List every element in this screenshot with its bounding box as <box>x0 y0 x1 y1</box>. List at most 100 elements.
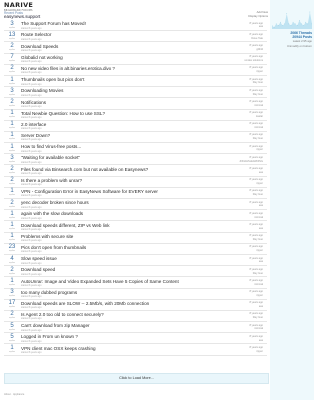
topic-row[interactable]: 3 replies The Support Forum has Moved! star… <box>4 20 267 32</box>
last-post-author[interactable]: eas <box>259 25 263 28</box>
topic-title-link[interactable]: Route Selector <box>21 32 51 37</box>
topic-row[interactable]: 1 replies How to find Virus-free posts... s… <box>4 143 267 155</box>
last-post-author[interactable]: kaslar <box>256 115 263 118</box>
last-post-author[interactable]: eas <box>259 260 263 263</box>
last-post-author[interactable]: Ray Guo <box>253 193 263 196</box>
topic-row[interactable]: 1 replies 2.0 interface started 8 years ago… <box>4 121 267 132</box>
topic-title-link[interactable]: Logged in From un known ? <box>21 334 78 339</box>
topic-meta: started 8 years ago <box>21 149 42 153</box>
last-post-author[interactable]: smoke solutions <box>244 59 263 62</box>
topic-row[interactable]: 1 replies Download speeds different, ZIP v… <box>4 221 267 233</box>
topic-row[interactable]: 1 replies Problems with secure site started… <box>4 233 267 244</box>
last-post-author[interactable]: Ray Guo <box>253 238 263 241</box>
topic-row[interactable]: 3 replies Downloading Movies started 8 year… <box>4 87 267 99</box>
reply-count-label: replies <box>8 93 16 96</box>
last-post-author[interactable]: eas <box>259 204 263 207</box>
topic-title-link[interactable]: Is there a problem with unrar? <box>21 178 82 183</box>
last-post-author[interactable]: ripper <box>256 70 263 73</box>
topic-title-link[interactable]: yenc decoder broken since hours <box>21 200 89 205</box>
topic-row[interactable]: 1 replies Total Newbie Question: How to us… <box>4 110 267 121</box>
topic-row[interactable]: 7 replies Globalid not working started 8 ye… <box>4 54 267 65</box>
last-post-author[interactable]: Ray Guo <box>253 316 263 319</box>
topic-row[interactable]: 3 replies too many dubbed programs started … <box>4 289 267 300</box>
topic-title-link[interactable]: 2.0 interface <box>21 122 46 127</box>
last-post-time: 8 years ago <box>249 256 263 260</box>
last-post-author[interactable]: eas <box>259 305 263 308</box>
latest-by[interactable]: Unmodify on bottom <box>272 44 312 48</box>
topic-title-link[interactable]: again with the slow downloads <box>21 211 83 216</box>
topic-row[interactable]: 3 replies "Waiting for available socket" st… <box>4 154 267 166</box>
topic-row[interactable]: 2 replies No new video files in alt.binari… <box>4 65 267 76</box>
topic-row[interactable]: 5 replies Can't download from zip Manager s… <box>4 322 267 334</box>
last-post-author[interactable]: minimal <box>254 104 263 107</box>
topic-row[interactable]: 4 replies Slow speed issue started 8 years … <box>4 255 267 267</box>
last-post-time: 8 years ago <box>249 200 263 204</box>
topic-row[interactable]: 17 replies Download speeds are SLOW -- 2.5… <box>4 300 267 311</box>
topic-title-link[interactable]: Files found via Binsearch.com but not av… <box>21 167 148 172</box>
topic-row[interactable]: 13 replies Route Selector started 8 years a… <box>4 31 267 43</box>
topic-title-link[interactable]: Total Newbie Question: How to use SSL? <box>21 111 105 116</box>
last-post-author[interactable]: eas <box>259 339 263 342</box>
topic-title-link[interactable]: Download Speeds <box>21 44 58 49</box>
topic-meta: started 8 years ago <box>21 60 42 64</box>
topic-row[interactable]: 2 replies Download Speeds started 8 years a… <box>4 42 267 54</box>
last-post-author[interactable]: Ray Guo <box>253 81 263 84</box>
last-post-author[interactable]: ripper <box>256 294 263 297</box>
topic-title-link[interactable]: Pics don't open from thumbnails <box>21 245 86 250</box>
topic-title-link[interactable]: VPN - Configuration Error in EasyNews So… <box>21 189 158 194</box>
topic-row[interactable]: 1 replies VPN client mac OSX keeps crashin… <box>4 344 267 356</box>
display-options-link[interactable]: Display Options <box>232 14 268 19</box>
last-post-author[interactable]: Dave Tate <box>251 37 263 40</box>
last-post-author[interactable]: ripper <box>256 148 263 151</box>
topic-row[interactable]: 1 replies again with the slow downloads sta… <box>4 210 267 222</box>
topic-title-link[interactable]: Download speeds are SLOW -- 2.5Mb/s, wit… <box>21 301 149 306</box>
topic-row[interactable]: 1 replies VPN - Configuration Error in Eas… <box>4 188 267 199</box>
topic-row[interactable]: 1 replies Thumbnails open but pics don't st… <box>4 76 267 88</box>
load-more-button[interactable]: Click to Load More... <box>4 373 269 384</box>
last-post-author[interactable]: ripper <box>256 182 263 185</box>
topic-title-link[interactable]: No new video files in alt.binaries.eroti… <box>21 66 115 71</box>
last-post-author[interactable]: ripper <box>256 249 263 252</box>
topic-title-link[interactable]: Download speed <box>21 267 55 272</box>
last-post-author[interactable]: JONAHSLEARNING <box>239 160 263 163</box>
topic-title-link[interactable]: Globalid not working <box>21 55 63 60</box>
topic-row[interactable]: 2 replies Notifications started 8 years ago… <box>4 98 267 110</box>
topic-row[interactable]: 2 replies Download speed started 8 years ag… <box>4 266 267 278</box>
topic-title-link[interactable]: too many dubbed programs <box>21 290 77 295</box>
topic-title-link[interactable]: Problems with secure site <box>21 234 73 239</box>
topic-title-link[interactable]: Downloading Movies <box>21 88 63 93</box>
topic-row[interactable]: 2 replies Is Agent 2.0 too old to connect … <box>4 311 267 323</box>
topic-row[interactable]: 23 replies Pics don't open from thumbnails… <box>4 244 267 255</box>
topic-row[interactable]: 2 replies Is there a problem with unrar? st… <box>4 177 267 188</box>
last-post-author[interactable]: minimal <box>254 283 263 286</box>
topic-title-link[interactable]: Can't download from zip Manager <box>21 323 90 328</box>
last-post-author[interactable]: minimal <box>254 126 263 129</box>
last-post-author[interactable]: Ray Guo <box>253 137 263 140</box>
last-post-author[interactable]: ripper <box>256 350 263 353</box>
topic-title-link[interactable]: Server Down? <box>21 133 50 138</box>
topic-title-link[interactable]: Download speeds different, ZIP vs Web li… <box>21 223 110 228</box>
last-post-author[interactable]: Ray Guo <box>253 93 263 96</box>
topic-title-link[interactable]: AutoUnrar: Image and Video Expanded Sets… <box>21 279 179 284</box>
topic-title-link[interactable]: Notifications <box>21 100 46 105</box>
topic-title-link[interactable]: How to find Virus-free posts... <box>21 144 81 149</box>
topic-row[interactable]: 2 replies Files found via Binsearch.com bu… <box>4 165 267 177</box>
last-post-author[interactable]: minimal <box>254 216 263 219</box>
topic-row[interactable]: 2 replies yenc decoder broken since hours s… <box>4 199 267 211</box>
topic-meta: started 8 years ago <box>21 317 42 321</box>
footer-links[interactable]: About · Appliance <box>4 393 24 396</box>
topic-row[interactable]: 1 replies AutoUnrar: Image and Video Expan… <box>4 277 267 289</box>
topic-title-link[interactable]: The Support Forum has Moved! <box>21 21 86 26</box>
topic-title-link[interactable]: VPN client mac OSX keeps crashing <box>21 346 96 351</box>
last-post-author[interactable]: eas <box>259 227 263 230</box>
topic-row[interactable]: 1 replies Server Down? started 8 years ago 8… <box>4 132 267 144</box>
last-post-author[interactable]: Ray Guo <box>253 272 263 275</box>
last-post-author[interactable]: eas <box>259 171 263 174</box>
topic-title-link[interactable]: Thumbnails open but pics don't <box>21 77 84 82</box>
last-post-author[interactable]: minimal <box>254 327 263 330</box>
topic-title-link[interactable]: Slow speed issue <box>21 256 57 261</box>
last-post-author[interactable]: gilli44 <box>256 48 263 51</box>
topic-title-link[interactable]: "Waiting for available socket" <box>21 155 80 160</box>
topic-title-link[interactable]: Is Agent 2.0 too old to connect securely… <box>21 312 104 317</box>
topic-row[interactable]: 5 replies Logged in From un known ? started… <box>4 333 267 345</box>
